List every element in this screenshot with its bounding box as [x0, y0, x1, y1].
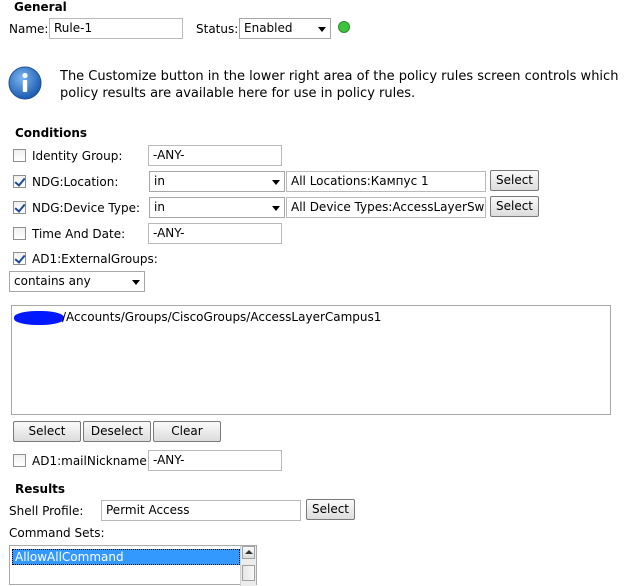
chevron-down-icon	[272, 206, 280, 211]
external-groups-list[interactable]: /Accounts/Groups/CiscoGroups/AccessLayer…	[11, 305, 611, 415]
ndg-location-value-input[interactable]: All Locations:Кампус 1	[286, 171, 486, 192]
time-and-date-label: Time And Date:	[32, 227, 126, 241]
conditions-section-title: Conditions	[15, 126, 88, 140]
identity-group-label: Identity Group:	[32, 149, 123, 163]
ndg-device-type-select-button[interactable]: Select	[490, 196, 539, 217]
shell-profile-select-button[interactable]: Select	[306, 499, 355, 520]
time-and-date-checkbox[interactable]	[13, 227, 26, 240]
time-and-date-input[interactable]: -ANY-	[148, 223, 282, 244]
results-section-title: Results	[15, 482, 66, 496]
external-groups-select-button[interactable]: Select	[13, 421, 81, 442]
command-sets-label: Command Sets:	[9, 526, 105, 540]
status-label: Status:	[196, 22, 239, 36]
external-groups-deselect-button[interactable]: Deselect	[83, 421, 151, 442]
ndg-device-type-operator-value: in	[154, 200, 165, 214]
scroll-thumb[interactable]	[242, 565, 255, 581]
chevron-down-icon	[272, 180, 280, 185]
command-sets-list-item[interactable]: AllowAllCommand	[12, 549, 240, 565]
ndg-device-type-label: NDG:Device Type:	[32, 201, 141, 215]
status-select-value: Enabled	[244, 21, 293, 35]
ad1-external-groups-checkbox[interactable]	[13, 252, 26, 265]
scroll-up-button[interactable]	[242, 546, 255, 559]
command-sets-list[interactable]: AllowAllCommand	[9, 545, 257, 586]
ad1-external-groups-operator-value: contains any	[14, 274, 91, 288]
external-groups-clear-button[interactable]: Clear	[153, 421, 221, 442]
chevron-up-icon	[245, 550, 253, 554]
ndg-device-type-operator-select[interactable]: in	[149, 197, 285, 218]
ndg-location-operator-value: in	[154, 174, 165, 188]
ad1-mail-nickname-checkbox[interactable]	[13, 454, 26, 467]
ndg-location-operator-select[interactable]: in	[149, 171, 285, 192]
status-select[interactable]: Enabled	[239, 18, 331, 39]
info-icon	[8, 66, 42, 100]
name-label: Name:	[9, 22, 49, 36]
chevron-down-icon	[318, 27, 326, 32]
command-sets-scrollbar[interactable]	[240, 546, 256, 586]
shell-profile-label: Shell Profile:	[9, 504, 84, 518]
chevron-down-icon	[132, 280, 140, 285]
ndg-location-label: NDG:Location:	[32, 175, 119, 189]
ad1-external-groups-operator-select[interactable]: contains any	[9, 271, 145, 292]
ad1-mail-nickname-input[interactable]: -ANY-	[148, 450, 282, 471]
ad1-mail-nickname-label: AD1:mailNickname:	[32, 454, 151, 468]
identity-group-input[interactable]: -ANY-	[148, 145, 282, 166]
ndg-location-select-button[interactable]: Select	[490, 170, 539, 191]
general-section-title: General	[14, 0, 67, 14]
info-text: The Customize button in the lower right …	[60, 69, 619, 101]
identity-group-checkbox[interactable]	[13, 149, 26, 162]
ad1-external-groups-label: AD1:ExternalGroups:	[32, 252, 158, 266]
ndg-device-type-value-input[interactable]: All Device Types:AccessLayerSwitch	[286, 197, 486, 218]
command-set-label: AllowAllCommand	[15, 550, 124, 564]
shell-profile-input[interactable]: Permit Access	[101, 500, 301, 521]
ndg-device-type-checkbox[interactable]	[13, 201, 26, 214]
name-input[interactable]: Rule-1	[49, 18, 183, 39]
external-groups-list-item[interactable]: /Accounts/Groups/CiscoGroups/AccessLayer…	[62, 310, 381, 324]
ndg-location-checkbox[interactable]	[13, 175, 26, 188]
redaction-mark	[14, 311, 64, 325]
status-indicator-icon	[338, 21, 350, 33]
